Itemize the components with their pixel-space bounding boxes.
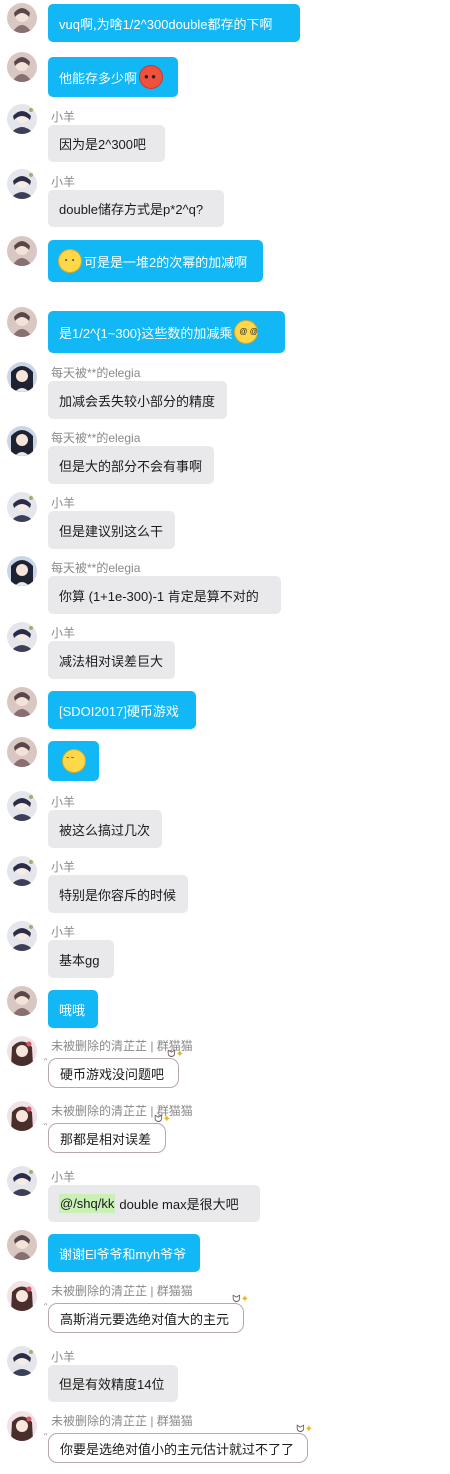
avatar[interactable] xyxy=(7,856,37,886)
message-text: 减法相对误差巨大 xyxy=(59,653,164,669)
sender-name: 未被删除的清芷芷 | 群猫猫 xyxy=(51,1284,193,1298)
cat-ears-icon: ᗢ✦ xyxy=(167,1049,184,1060)
message-text: 但是有效精度14位 xyxy=(59,1377,165,1392)
message-text: 硬币游戏没问题吧 xyxy=(60,1066,165,1082)
message-bubble[interactable]: 但是大的部分不会有事啊 xyxy=(48,446,214,484)
avatar[interactable] xyxy=(7,1230,37,1260)
avatar[interactable] xyxy=(7,1346,37,1376)
avatar[interactable] xyxy=(7,236,37,266)
message-bubble[interactable]: 但是建议别这么干 xyxy=(48,511,175,549)
sender-name: 小羊 xyxy=(51,925,76,939)
cat-ears-icon: ᗢ✦ xyxy=(154,1114,171,1125)
message-bubble[interactable]: 是1/2^{1~300}这些数的加减乘 @ @ xyxy=(48,311,285,353)
message-bubble[interactable]: 加减会丢失较小部分的精度 xyxy=(48,381,227,419)
cat-paw-icon: ᵔ xyxy=(44,1121,48,1131)
message-bubble[interactable]: 被这么搞过几次 xyxy=(48,810,162,848)
cat-paw-icon: ᵔ xyxy=(44,1301,48,1311)
message-bubble[interactable]: 他能存多少啊 ● ● xyxy=(48,57,178,97)
message-text: 谢谢El爷爷和myh爷爷 xyxy=(59,1246,187,1262)
cat-ears-icon: ᗢ✦ xyxy=(232,1294,249,1305)
avatar[interactable] xyxy=(7,104,37,134)
message-text: 但是建议别这么干 xyxy=(59,523,164,539)
cat-paw-icon: ᵔ xyxy=(44,1431,48,1441)
message-bubble[interactable]: 谢谢El爷爷和myh爷爷 xyxy=(48,1234,200,1272)
sender-name: 小羊 xyxy=(51,626,76,640)
avatar[interactable] xyxy=(7,52,37,82)
message-bubble[interactable]: 基本gg xyxy=(48,940,114,978)
message-bubble[interactable]: 特别是你容斥的时候 xyxy=(48,875,188,913)
avatar[interactable] xyxy=(7,791,37,821)
sender-name: 每天被**的elegia xyxy=(51,366,141,380)
message-text: 你算 (1+1e-300)-1 肯定是算不对的 xyxy=(59,588,259,604)
cat-ears-icon: ᗢ✦ xyxy=(296,1424,313,1435)
message-bubble[interactable]: ᵔ 高斯消元要选绝对值大的主元 ᗢ✦ xyxy=(44,1295,249,1333)
sender-name: 未被删除的清芷芷 | 群猫猫 xyxy=(51,1414,193,1428)
avatar[interactable] xyxy=(7,556,37,586)
sender-name: 小羊 xyxy=(51,1350,76,1364)
avatar[interactable] xyxy=(7,737,37,767)
avatar[interactable] xyxy=(7,492,37,522)
message-text: 高斯消元要选绝对值大的主元 xyxy=(60,1311,230,1327)
sender-name: 未被删除的清芷芷 | 群猫猫 xyxy=(51,1104,193,1118)
sender-name: 小羊 xyxy=(51,496,76,510)
message-bubble[interactable]: 但是有效精度14位 xyxy=(48,1365,178,1402)
avatar[interactable] xyxy=(7,169,37,199)
sender-name: 每天被**的elegia xyxy=(51,431,141,445)
sender-name: 小羊 xyxy=(51,175,76,189)
message-text: 因为是2^300吧 xyxy=(59,137,147,152)
message-text: vuq啊,为啥1/2^300double都存的下啊 xyxy=(59,16,273,32)
avatar[interactable] xyxy=(7,362,37,392)
message-bubble[interactable]: ᵔ 你要是选绝对值小的主元估计就过不了了 ᗢ✦ xyxy=(44,1425,313,1463)
avatar[interactable] xyxy=(7,986,37,1016)
avatar[interactable] xyxy=(7,1411,37,1441)
avatar[interactable] xyxy=(7,1101,37,1131)
thinking-face-icon: ◔ ◔ xyxy=(58,249,82,273)
message-bubble[interactable]: ◔ ◔ 可是是一堆2的次幂的加减啊 xyxy=(48,240,263,282)
sender-name: 小羊 xyxy=(51,1170,76,1184)
message-text: 被这么搞过几次 xyxy=(59,822,151,838)
avatar[interactable] xyxy=(7,3,37,33)
avatar[interactable] xyxy=(7,307,37,337)
message-text: 特别是你容斥的时候 xyxy=(59,887,177,903)
cat-paw-icon: ᵔ xyxy=(44,1056,48,1066)
avatar[interactable] xyxy=(7,1036,37,1066)
message-text: 基本gg xyxy=(59,952,100,968)
message-bubble[interactable]: vuq啊,为啥1/2^300double都存的下啊 xyxy=(48,4,300,42)
message-text: 他能存多少啊 xyxy=(59,70,138,86)
avatar[interactable] xyxy=(7,426,37,456)
sad-face-icon: ˘ ˘ xyxy=(61,749,86,773)
message-text: 哦哦 xyxy=(59,1002,86,1018)
dizzy-face-icon: @ @ xyxy=(234,320,259,344)
avatar[interactable] xyxy=(7,687,37,717)
message-text: 加减会丢失较小部分的精度 xyxy=(59,393,216,409)
sender-name: 小羊 xyxy=(51,860,76,874)
message-bubble[interactable]: ˘ ˘ xyxy=(48,741,99,781)
message-bubble[interactable]: [SDOI2017]硬币游戏 xyxy=(48,691,196,729)
message-bubble[interactable]: 哦哦 xyxy=(48,990,98,1028)
sender-name: 每天被**的elegia xyxy=(51,561,141,575)
message-text: 但是大的部分不会有事啊 xyxy=(59,458,203,474)
message-text: double max是很大吧 xyxy=(119,1197,239,1212)
avatar[interactable] xyxy=(7,1281,37,1311)
message-text: [SDOI2017]硬币游戏 xyxy=(59,703,179,719)
message-bubble[interactable]: double储存方式是p*2^q? xyxy=(48,190,224,227)
message-bubble[interactable]: ᵔ 硬币游戏没问题吧 ᗢ✦ xyxy=(44,1050,184,1088)
avatar[interactable] xyxy=(7,1166,37,1196)
mention-tag[interactable]: @/shq/kk xyxy=(59,1194,116,1213)
message-text: double储存方式是p*2^q? xyxy=(59,202,204,217)
shocked-face-icon: ● ● xyxy=(139,65,164,89)
message-bubble[interactable]: 因为是2^300吧 xyxy=(48,125,165,162)
avatar[interactable] xyxy=(7,622,37,652)
message-bubble[interactable]: 你算 (1+1e-300)-1 肯定是算不对的 xyxy=(48,576,281,614)
message-bubble[interactable]: ᵔ 那都是相对误差 ᗢ✦ xyxy=(44,1115,171,1153)
message-text: 是1/2^{1~300}这些数的加减乘 xyxy=(59,325,233,341)
message-bubble[interactable]: @/shq/kk double max是很大吧 xyxy=(48,1185,260,1222)
sender-name: 小羊 xyxy=(51,795,76,809)
message-bubble[interactable]: 减法相对误差巨大 xyxy=(48,641,175,679)
message-text: 你要是选绝对值小的主元估计就过不了了 xyxy=(60,1441,295,1457)
avatar[interactable] xyxy=(7,921,37,951)
message-text: 可是是一堆2的次幂的加减啊 xyxy=(84,254,248,270)
sender-name: 小羊 xyxy=(51,110,76,124)
message-text: 那都是相对误差 xyxy=(60,1131,152,1147)
